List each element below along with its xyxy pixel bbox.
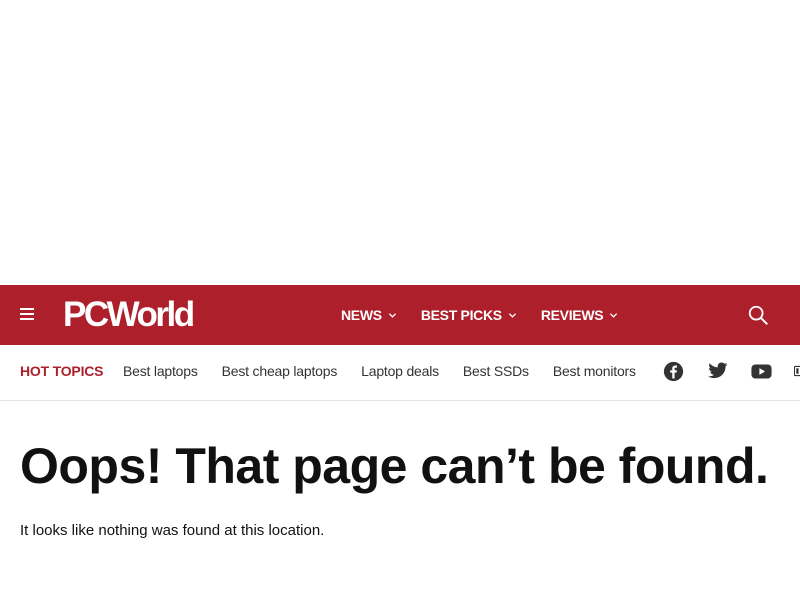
topic-link-best-cheap-laptops[interactable]: Best cheap laptops (222, 363, 338, 379)
hot-topics-bar: HOT TOPICS Best laptops Best cheap lapto… (0, 345, 800, 401)
facebook-icon[interactable] (662, 360, 684, 382)
main-content: Oops! That page can’t be found. It looks… (20, 436, 780, 539)
site-header: PCWorld NEWS BEST PICKS REVIEWS (0, 285, 800, 345)
nav-item-news[interactable]: NEWS (341, 307, 397, 323)
nav-item-label: REVIEWS (540, 307, 604, 323)
main-nav: NEWS BEST PICKS REVIEWS (341, 285, 642, 345)
ad-space (0, 0, 800, 285)
topic-link-best-laptops[interactable]: Best laptops (123, 363, 198, 379)
topic-link-best-ssds[interactable]: Best SSDs (463, 363, 529, 379)
not-found-message: It looks like nothing was found at this … (20, 522, 325, 539)
chevron-down-icon (610, 312, 618, 318)
site-logo[interactable]: PCWorld (63, 296, 195, 334)
chevron-down-icon (388, 312, 396, 318)
page-title: Oops! That page can’t be found. (20, 438, 769, 494)
nav-item-label: NEWS (341, 307, 382, 323)
twitter-icon[interactable] (706, 360, 728, 382)
nav-item-label: BEST PICKS (420, 307, 502, 323)
hamburger-menu-icon[interactable] (20, 308, 34, 320)
nav-item-best-picks[interactable]: BEST PICKS (421, 307, 517, 323)
search-icon[interactable] (747, 304, 769, 326)
nav-item-reviews[interactable]: REVIEWS (541, 307, 618, 323)
topic-link-laptop-deals[interactable]: Laptop deals (361, 363, 439, 379)
topic-link-best-monitors[interactable]: Best monitors (553, 363, 636, 379)
hot-topics-label: HOT TOPICS (20, 363, 104, 379)
social-links (662, 360, 800, 382)
flipboard-icon[interactable] (794, 360, 800, 382)
youtube-icon[interactable] (750, 360, 772, 382)
chevron-down-icon (508, 312, 516, 318)
hot-topics-list: Best laptops Best cheap laptops Laptop d… (123, 363, 660, 379)
